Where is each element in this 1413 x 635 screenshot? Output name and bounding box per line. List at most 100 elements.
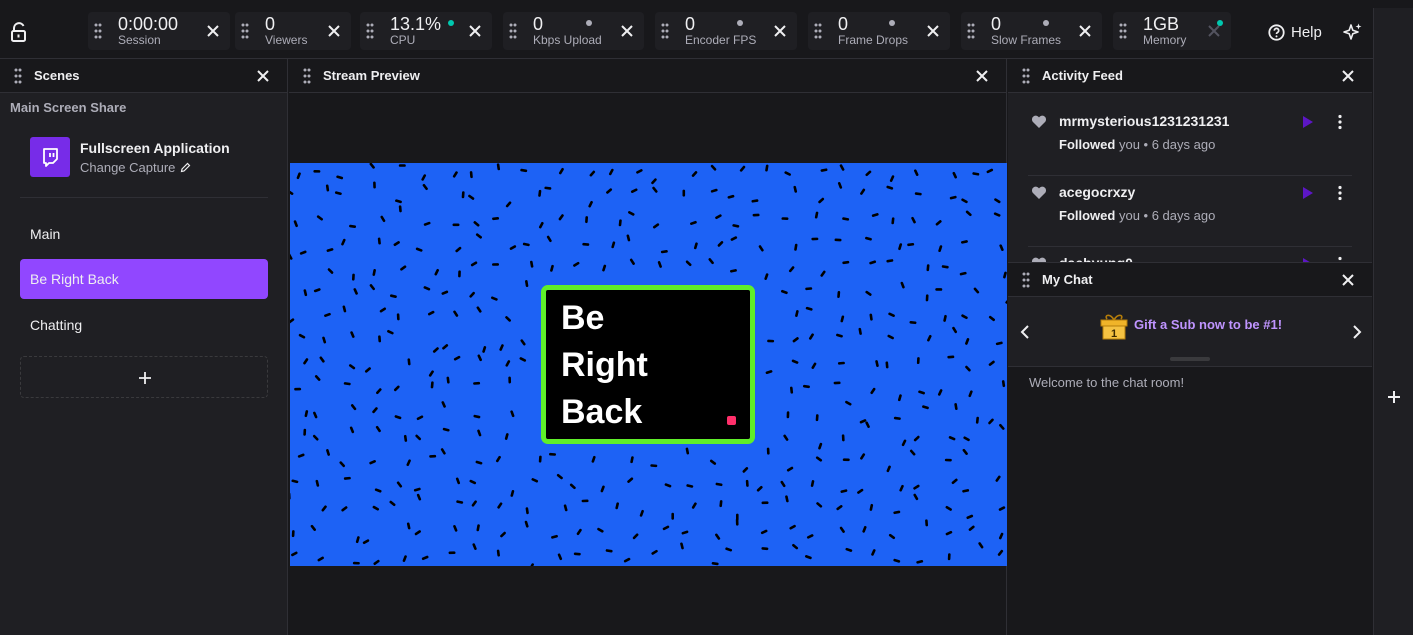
status-dot — [586, 20, 592, 26]
activity-username[interactable]: daebyung0 — [1059, 255, 1133, 262]
brb-line-2: Right — [561, 346, 648, 384]
stat-value: 0 — [991, 14, 1002, 34]
drag-handle-icon[interactable] — [94, 23, 102, 39]
right-rail — [1373, 8, 1413, 635]
divider — [20, 197, 268, 198]
stat-label: Kbps Upload — [533, 33, 602, 47]
drag-handle-icon[interactable] — [814, 23, 822, 39]
status-dot — [737, 20, 743, 26]
drag-handle-icon[interactable] — [1022, 272, 1030, 288]
panel-title: Stream Preview — [323, 68, 420, 83]
close-icon[interactable] — [466, 22, 484, 40]
panel-title: Activity Feed — [1042, 68, 1123, 83]
stat-tile-viewers[interactable]: 0 Viewers — [235, 12, 351, 50]
scene-item-be-right-back[interactable]: Be Right Back — [20, 259, 268, 299]
stat-value: 0 — [265, 14, 276, 34]
stat-tile-session[interactable]: 0:00:00 Session — [88, 12, 230, 50]
close-icon[interactable] — [974, 68, 990, 84]
stat-label: Frame Drops — [838, 33, 909, 47]
stat-tile-memory[interactable]: 1GB Memory — [1113, 12, 1231, 50]
heart-icon — [1031, 115, 1047, 128]
stat-tile-kbps-upload[interactable]: 0 Kbps Upload — [503, 12, 644, 50]
stat-label: Memory — [1143, 33, 1187, 47]
panel-title: My Chat — [1042, 272, 1093, 287]
drag-handle-icon[interactable] — [366, 23, 374, 39]
stat-label: Slow Frames — [991, 33, 1062, 47]
source-item[interactable]: Fullscreen Application Change Capture — [30, 137, 260, 177]
scene-item-chatting[interactable]: Chatting — [20, 305, 268, 345]
collapse-handle[interactable] — [1170, 357, 1210, 361]
more-options-icon[interactable] — [1337, 114, 1343, 130]
stat-label: CPU — [390, 33, 416, 47]
activity-item[interactable]: mrmysterious1231231231 Followed you • 6 d… — [1008, 107, 1372, 178]
stat-tile-encoder-fps[interactable]: 0 Encoder FPS — [655, 12, 797, 50]
close-icon[interactable] — [204, 22, 222, 40]
activity-item[interactable]: acegocrxzy Followed you • 6 days ago — [1008, 178, 1372, 249]
stat-value: 13.1% — [390, 14, 442, 34]
activity-action: Followed — [1059, 137, 1116, 152]
add-panel-icon[interactable] — [1387, 390, 1401, 404]
chat-welcome-message: Welcome to the chat room! — [1029, 375, 1185, 390]
replay-alert-icon[interactable] — [1302, 115, 1314, 129]
brb-overlay-card: Be Right Back — [541, 285, 755, 444]
stream-canvas[interactable]: Be Right Back — [290, 163, 1007, 566]
unlock-icon[interactable] — [10, 22, 28, 42]
stat-tile-frame-drops[interactable]: 0 Frame Drops — [808, 12, 950, 50]
chevron-left-icon[interactable] — [1020, 325, 1030, 339]
close-icon[interactable] — [1076, 22, 1094, 40]
activity-meta: Followed you • 6 days ago — [1059, 208, 1216, 223]
activity-meta: Followed you • 6 days ago — [1059, 137, 1216, 152]
close-icon[interactable] — [1205, 22, 1223, 40]
stat-tile-cpu[interactable]: 13.1% CPU — [360, 12, 492, 50]
help-icon — [1268, 23, 1285, 41]
drag-handle-icon[interactable] — [967, 23, 975, 39]
close-icon[interactable] — [924, 22, 942, 40]
pencil-icon — [181, 162, 191, 173]
replay-alert-icon[interactable] — [1302, 186, 1314, 200]
divider — [1028, 246, 1352, 247]
activity-header: Activity Feed — [1008, 59, 1372, 93]
activity-username[interactable]: acegocrxzy — [1059, 184, 1135, 200]
close-icon[interactable] — [255, 68, 271, 84]
activity-time: 6 days ago — [1151, 137, 1216, 152]
scenes-header: Scenes — [0, 59, 287, 93]
gift-sub-text: Gift a Sub now to be #1! — [1134, 317, 1283, 332]
close-icon[interactable] — [1340, 272, 1356, 288]
activity-item[interactable]: daebyung0Followed you • 6 days ago — [1008, 249, 1372, 263]
activity-username[interactable]: mrmysterious1231231231 — [1059, 113, 1229, 129]
drag-handle-icon[interactable] — [303, 68, 311, 84]
change-capture-link[interactable]: Change Capture — [80, 160, 191, 175]
stat-value: 0:00:00 — [118, 14, 179, 34]
heart-icon — [1031, 186, 1047, 199]
drag-handle-icon[interactable] — [509, 23, 517, 39]
source-name: Fullscreen Application — [80, 140, 230, 156]
drag-handle-icon[interactable] — [661, 23, 669, 39]
help-label: Help — [1291, 23, 1322, 41]
stat-label: Viewers — [265, 33, 308, 47]
drag-handle-icon[interactable] — [241, 23, 249, 39]
close-icon[interactable] — [618, 22, 636, 40]
drag-handle-icon[interactable] — [1119, 23, 1127, 39]
chevron-right-icon[interactable] — [1352, 325, 1362, 339]
help-button[interactable]: Help — [1268, 22, 1322, 42]
close-icon[interactable] — [771, 22, 789, 40]
gift-sub-banner[interactable]: 1 Gift a Sub now to be #1! — [1008, 297, 1372, 367]
stat-value: 0 — [838, 14, 849, 34]
change-capture-label: Change Capture — [80, 160, 176, 175]
sparkle-icon[interactable] — [1343, 22, 1363, 42]
scenes-panel: Scenes Main Screen Share Fullscreen Appl… — [0, 59, 288, 635]
preview-header: Stream Preview — [289, 59, 1006, 93]
activity-feed-panel: Activity Feed mrmysterious1231231231 Foll… — [1008, 59, 1372, 263]
gift-badge-number: 1 — [1111, 328, 1117, 340]
close-icon[interactable] — [325, 22, 343, 40]
more-options-icon[interactable] — [1337, 256, 1343, 263]
brb-line-3: Back — [561, 393, 643, 431]
scene-item-main[interactable]: Main — [20, 214, 268, 254]
status-dot — [1043, 20, 1049, 26]
add-scene-button[interactable] — [20, 356, 268, 398]
stat-tile-slow-frames[interactable]: 0 Slow Frames — [961, 12, 1102, 50]
more-options-icon[interactable] — [1337, 185, 1343, 201]
drag-handle-icon[interactable] — [1022, 68, 1030, 84]
close-icon[interactable] — [1340, 68, 1356, 84]
drag-handle-icon[interactable] — [14, 68, 22, 84]
